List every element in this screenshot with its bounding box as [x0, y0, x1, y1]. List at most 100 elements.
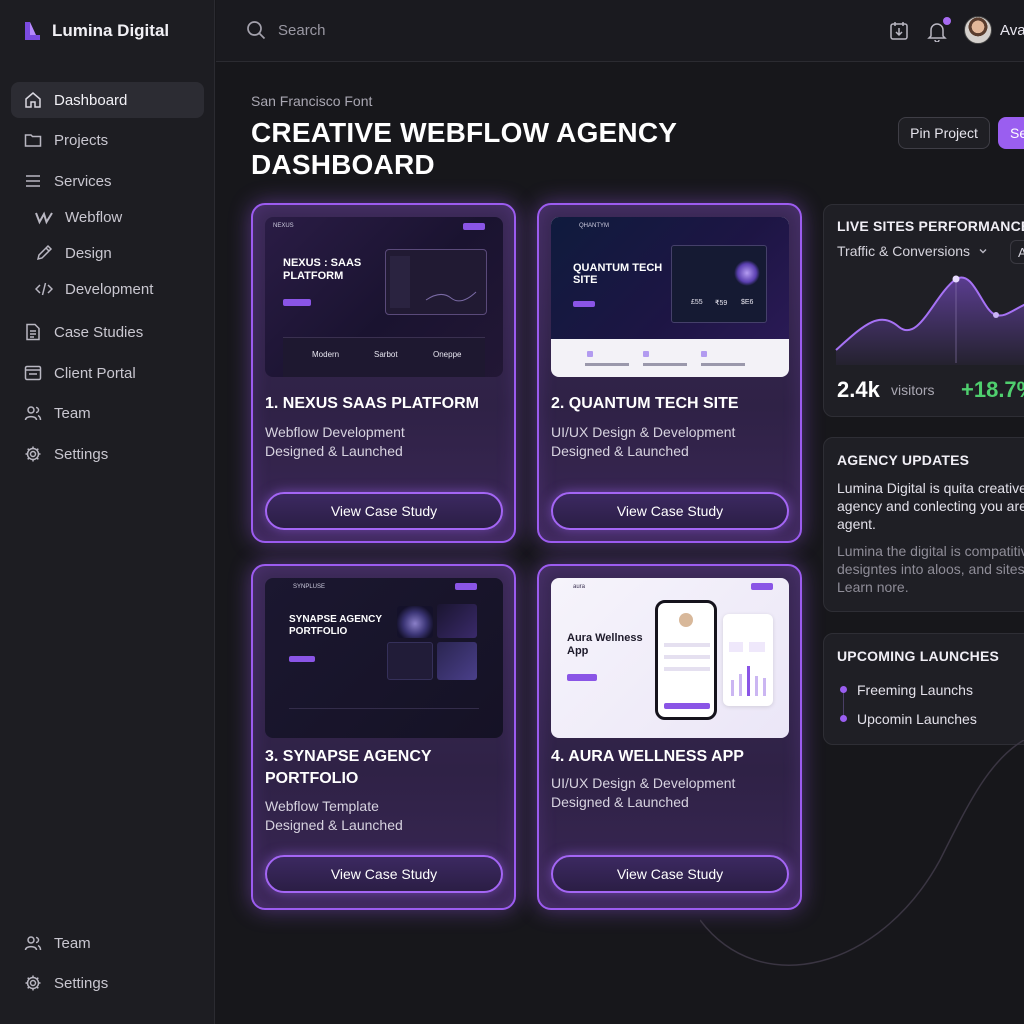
sidebar-item-projects[interactable]: Projects — [11, 122, 204, 158]
sidebar-bottom-team[interactable]: Team — [11, 925, 204, 961]
chart-point — [952, 275, 960, 283]
view-case-study-button[interactable]: View Case Study — [265, 492, 503, 530]
thumb-cta — [463, 223, 485, 230]
sidebar-item-dashboard[interactable]: Dashboard — [11, 82, 204, 118]
traffic-area — [836, 277, 1024, 365]
notifications-button[interactable] — [926, 17, 951, 43]
project-card-quantum[interactable]: QHANTYM QUANTUM TECH SITE £55 ₹59 $E6 2.… — [537, 203, 802, 543]
thumb-title: QUANTUM TECH SITE — [573, 262, 663, 286]
card-description: UI/UX Design & Development — [551, 775, 736, 791]
sidebar-item-label: Webflow — [65, 208, 123, 226]
visitors-value: 2.4k — [837, 377, 880, 402]
dropdown-label: Traffic & Conversions — [837, 243, 971, 259]
pin-project-button[interactable]: Pin Project — [898, 117, 990, 149]
avatar[interactable] — [964, 16, 992, 44]
view-case-study-button[interactable]: View Case Study — [265, 855, 503, 893]
traffic-chart — [835, 275, 1024, 365]
project-card-nexus[interactable]: NEXUS NEXUS : SAAS PLATFORM Modern Sarbo… — [251, 203, 516, 543]
thumb-cta — [751, 583, 773, 590]
live-sites-performance-panel: LIVE SITES PERFORMANCE Traffic & Convers… — [823, 204, 1024, 417]
card-title: 4. AURA WELLNESS APP — [551, 748, 744, 765]
thumb-orb-image — [437, 604, 477, 638]
update-text-secondary[interactable]: Lumina the digital is compatitive design… — [837, 542, 1024, 596]
folder-icon — [24, 131, 42, 149]
traffic-dropdown[interactable]: Traffic & Conversions — [837, 243, 988, 259]
brand[interactable]: Lumina Digital — [22, 20, 169, 42]
agency-updates-panel: AGENCY UPDATES Lumina Digital is quita c… — [823, 437, 1024, 612]
panel-title: LIVE SITES PERFORMANCE — [837, 218, 1024, 234]
thumb-col: Oneppe — [433, 350, 462, 359]
thumb-dashboard-mock — [385, 249, 487, 315]
launch-item[interactable]: Freeming Launchs — [857, 681, 1024, 699]
search-icon — [247, 21, 266, 40]
card-status: Designed & Launched — [265, 443, 403, 459]
sidebar-item-label: Projects — [54, 131, 109, 149]
card-title: 1. NEXUS SAAS PLATFORM — [265, 395, 479, 412]
sidebar-item-client-portal[interactable]: Client Portal — [11, 355, 204, 391]
sidebar-item-label: Team — [54, 934, 91, 952]
card-title: 3. SYNAPSE AGENCY PORTFOLIO — [265, 748, 432, 787]
sidebar-item-settings[interactable]: Settings — [11, 436, 204, 472]
quantum-thumbnail: QHANTYM QUANTUM TECH SITE £55 ₹59 $E6 — [551, 217, 789, 377]
user-name[interactable]: Ava — [1000, 22, 1024, 39]
thumb-stat: ₹59 — [715, 300, 728, 307]
sidebar-bottom-settings[interactable]: Settings — [11, 965, 204, 1001]
pencil-icon — [35, 244, 53, 262]
sidebar-item-webflow[interactable]: Webflow — [11, 199, 204, 235]
window-icon — [24, 364, 42, 382]
thumb-cta — [455, 583, 477, 590]
calendar-download-icon — [890, 22, 908, 40]
card-status: Designed & Launched — [265, 817, 403, 833]
panel-title: UPCOMING LAUNCHES — [837, 648, 1000, 664]
synapse-thumbnail: SYNPLUSE SYNAPSE AGENCY PORTFOLIO — [265, 578, 503, 738]
thumb-button — [567, 674, 597, 681]
view-case-study-button[interactable]: View Case Study — [551, 492, 789, 530]
sidebar-item-label: Team — [54, 404, 91, 422]
thumb-button — [283, 299, 311, 306]
home-icon — [24, 91, 42, 109]
nexus-thumbnail: NEXUS NEXUS : SAAS PLATFORM Modern Sarbo… — [265, 217, 503, 377]
thumb-title: NEXUS : SAAS PLATFORM — [283, 257, 362, 282]
sidebar-item-case-studies[interactable]: Case Studies — [11, 314, 204, 350]
search-input[interactable] — [278, 21, 578, 39]
aura-thumbnail: aura Aura Wellness App — [551, 578, 789, 738]
sidebar-item-label: Case Studies — [54, 323, 144, 341]
card-status: Designed & Launched — [551, 443, 689, 459]
card-description: Webflow Development — [265, 424, 405, 440]
thumb-button — [573, 301, 595, 307]
page-subtitle: San Francisco Font — [251, 93, 373, 109]
primary-action-button[interactable]: Se — [998, 117, 1024, 149]
card-title: 2. QUANTUM TECH SITE — [551, 395, 739, 412]
sidebar-item-services[interactable]: Services — [11, 163, 204, 199]
panel-title: AGENCY UPDATES — [837, 452, 970, 468]
thumb-col: Modern — [312, 350, 340, 359]
gear-icon — [24, 445, 42, 463]
upcoming-launches-panel: UPCOMING LAUNCHES Freeming Launchs Upcom… — [823, 633, 1024, 745]
project-card-synapse[interactable]: SYNPLUSE SYNAPSE AGENCY PORTFOLIO 3. SYN… — [251, 564, 516, 910]
thumb-brand: NEXUS — [273, 223, 294, 229]
sidebar-item-label: Settings — [54, 445, 109, 463]
gear-icon — [24, 974, 42, 992]
calendar-download-button[interactable] — [888, 20, 910, 42]
users-icon — [24, 404, 42, 422]
thumb-button — [289, 656, 315, 662]
sidebar-item-label: Services — [54, 172, 112, 190]
search-bar[interactable] — [246, 20, 578, 40]
sidebar-item-team[interactable]: Team — [11, 395, 204, 431]
sidebar-item-label: Design — [65, 244, 112, 262]
thumb-brain-image — [397, 606, 433, 638]
card-description: Webflow Template — [265, 798, 379, 814]
code-icon — [35, 280, 53, 298]
timeline-dot — [840, 686, 847, 693]
sidebar-item-design[interactable]: Design — [11, 235, 204, 271]
card-status: Designed & Launched — [551, 794, 689, 810]
range-button[interactable]: A — [1010, 240, 1024, 264]
thumb-stat: £55 — [691, 299, 703, 306]
sidebar-item-development[interactable]: Development — [11, 271, 204, 307]
project-card-aura[interactable]: aura Aura Wellness App 4. AURA WELLNESS … — [537, 564, 802, 910]
view-case-study-button[interactable]: View Case Study — [551, 855, 789, 893]
thumb-title: SYNAPSE AGENCY PORTFOLIO — [289, 614, 382, 637]
thumb-brand: SYNPLUSE — [293, 584, 326, 590]
launch-item[interactable]: Upcomin Launches — [857, 710, 1024, 728]
chevron-down-icon — [979, 249, 987, 254]
